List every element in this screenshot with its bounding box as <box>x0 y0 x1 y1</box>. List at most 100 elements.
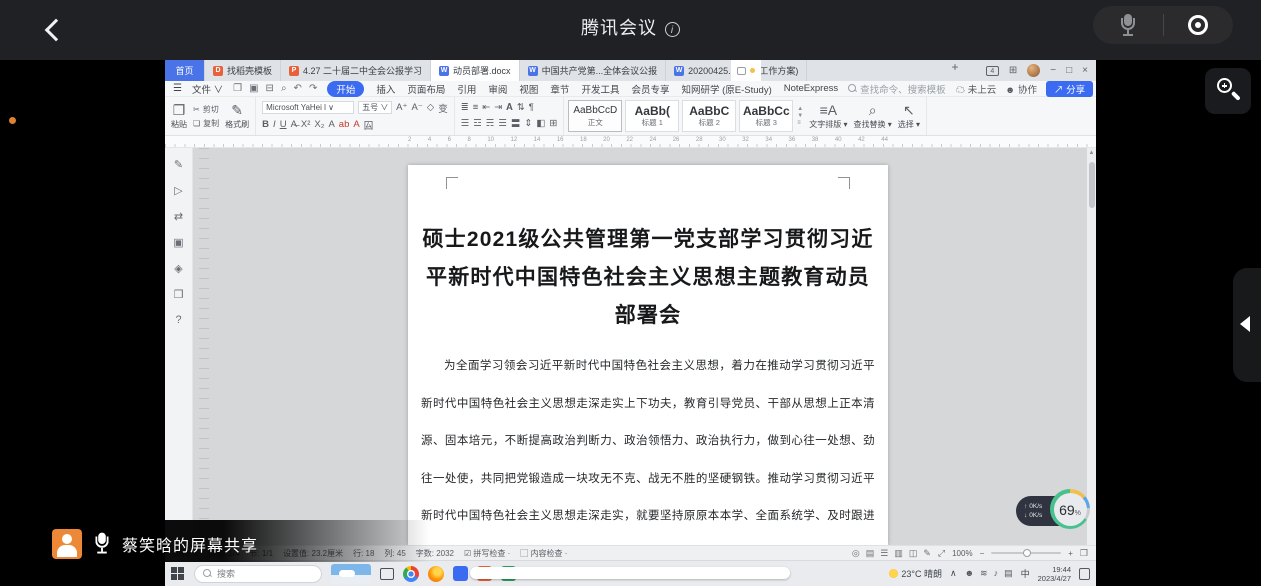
split-screen-icon[interactable]: 4 <box>986 66 999 76</box>
copy-button[interactable]: ❏复制 <box>193 118 219 129</box>
collab-button[interactable]: ☻ 协作 <box>1005 82 1037 96</box>
windows-start-icon[interactable] <box>171 567 185 581</box>
wps-document-tab[interactable]: W 动员部署.docx <box>431 60 520 81</box>
mic-button[interactable] <box>1093 14 1163 36</box>
fullscreen-icon[interactable]: ❒ <box>1080 548 1088 559</box>
pinyin-icon[interactable]: 变 <box>438 101 448 115</box>
find-replace-button[interactable]: ⌕ 查找替换 ▾ <box>853 103 891 130</box>
shrink-font-icon[interactable]: A⁻ <box>412 102 423 113</box>
menu-item-知网研学 (原E-Study)[interactable]: 知网研学 (原E-Study) <box>681 82 771 96</box>
clear-format-icon[interactable]: ◇ <box>427 102 434 113</box>
style-card[interactable]: AaBbC 标题 2 <box>682 100 736 132</box>
menu-item-NoteExpress[interactable]: NoteExpress <box>784 83 838 94</box>
performance-gauge[interactable]: 69% <box>1050 489 1090 529</box>
chrome-icon[interactable] <box>403 566 419 582</box>
weather-status[interactable]: 23°C 晴朗 <box>889 567 942 580</box>
char-border-icon[interactable]: 囜 <box>364 118 374 132</box>
volume-tray-icon[interactable]: ♪ <box>994 568 999 579</box>
new-doc-icon[interactable]: ❐ <box>233 83 242 94</box>
menu-item-引用[interactable]: 引用 <box>457 82 476 96</box>
redo-icon[interactable]: ↷ <box>309 83 317 94</box>
taskbar-clock[interactable]: 19:44 2023/4/27 <box>1038 565 1071 583</box>
document-page[interactable]: 硕士2021级公共管理第一党支部学习贯彻习近平新时代中国特色社会主义思想主题教育… <box>408 165 888 545</box>
border-icon[interactable]: ⊞ <box>549 118 557 129</box>
text-effect-icon[interactable]: A <box>328 119 334 130</box>
record-button[interactable] <box>1164 15 1234 35</box>
fit-page-icon[interactable]: ⤢ <box>938 548 945 559</box>
panel-collapse-handle[interactable] <box>1233 268 1261 382</box>
highlight-icon[interactable]: ab <box>339 119 350 130</box>
menu-item-会员专享[interactable]: 会员专享 <box>631 82 669 96</box>
menu-item-审阅[interactable]: 审阅 <box>488 82 507 96</box>
hamburger-icon[interactable]: ☰ <box>173 83 182 94</box>
firefox-icon[interactable] <box>428 566 444 582</box>
presenter-avatar[interactable] <box>52 529 82 559</box>
help-icon[interactable]: ? <box>175 314 181 326</box>
scrollbar-thumb[interactable] <box>1089 162 1095 208</box>
meeting-toolbar-collapsed-pill[interactable] <box>470 567 790 579</box>
align-left-icon[interactable]: ☰ <box>461 118 470 129</box>
protect-shield-icon[interactable]: ◈ <box>174 262 182 275</box>
tray-expand-icon[interactable]: ∧ <box>950 568 957 579</box>
menu-item-章节[interactable]: 章节 <box>550 82 569 96</box>
sort-icon[interactable]: ⇅ <box>517 102 525 113</box>
account-avatar[interactable] <box>1027 64 1040 77</box>
superscript-icon[interactable]: X² <box>301 119 311 130</box>
select-cursor-icon[interactable]: ▷ <box>174 184 182 197</box>
wps-taskbar-icon[interactable] <box>453 566 468 581</box>
command-search[interactable]: 查找命令、搜索模板 <box>848 82 946 96</box>
view-mode-icon-3[interactable]: ▥ <box>894 548 903 559</box>
view-mode-icon-2[interactable]: ☰ <box>880 548 888 559</box>
workspace-grid-icon[interactable]: ⊞ <box>1009 60 1017 81</box>
view-mode-icon-1[interactable]: ▤ <box>866 548 875 559</box>
zoom-slider[interactable] <box>991 552 1061 554</box>
zoom-in-overlay-button[interactable] <box>1205 68 1251 114</box>
wps-document-tab[interactable]: P 4.27 二十届二中全会公报学习 <box>281 60 431 81</box>
zoom-in-button[interactable]: + <box>1068 549 1073 558</box>
cloud-status[interactable]: ☁ 未上云 <box>956 82 997 96</box>
italic-button[interactable]: I <box>273 119 276 130</box>
print-icon[interactable]: ⊟ <box>266 83 274 94</box>
keyboard-tray-icon[interactable]: ▤ <box>1004 568 1013 579</box>
strikethrough-icon[interactable]: A̶ <box>291 119 297 130</box>
paste-button[interactable]: ❐ 粘贴 <box>171 103 187 130</box>
justify-icon[interactable]: ☰ <box>498 118 507 129</box>
annotate-pen-icon[interactable]: ✎ <box>174 158 183 171</box>
format-painter-button[interactable]: ✎ 格式刷 <box>225 103 249 130</box>
view-mode-icon-5[interactable]: ✎ <box>923 548 931 559</box>
notification-center-icon[interactable] <box>1079 568 1090 580</box>
preview-icon[interactable]: ⌕ <box>281 83 287 94</box>
text-direction-icon[interactable]: 𝐀 <box>506 102 513 113</box>
increase-indent-icon[interactable]: ⇥ <box>494 102 502 113</box>
wps-document-tab[interactable]: D 找稻壳模板 <box>205 60 281 81</box>
read-mode-icon[interactable]: ❒ <box>174 288 184 301</box>
numbering-icon[interactable]: ≡ <box>473 102 479 113</box>
bullets-icon[interactable]: ≣ <box>461 102 469 113</box>
menu-item-视图[interactable]: 视图 <box>519 82 538 96</box>
cut-button[interactable]: ✂剪切 <box>193 104 219 115</box>
user-tray-icon[interactable]: ☻ <box>965 568 974 579</box>
taskbar-search-input[interactable]: 搜索 <box>194 565 322 583</box>
new-tab-button[interactable]: + <box>944 60 966 74</box>
distribute-icon[interactable]: 〓 <box>511 116 521 130</box>
meeting-info-icon[interactable]: i <box>665 22 680 37</box>
scrollbar[interactable]: ▲ <box>1087 148 1096 545</box>
menu-item-开发工具[interactable]: 开发工具 <box>581 82 619 96</box>
subscript-icon[interactable]: X₂ <box>314 119 324 130</box>
decrease-indent-icon[interactable]: ⇤ <box>482 102 490 113</box>
text-layout-button[interactable]: ≡A 文字排版 ▾ <box>809 103 847 130</box>
style-card[interactable]: AaBbCc 标题 3 <box>739 100 793 132</box>
underline-button[interactable]: U <box>280 119 287 130</box>
menu-item-页面布局[interactable]: 页面布局 <box>407 82 445 96</box>
zoom-out-button[interactable]: − <box>980 549 985 558</box>
font-color-icon[interactable]: A <box>353 119 359 130</box>
show-marks-icon[interactable]: ¶ <box>529 102 534 113</box>
shading-icon[interactable]: ◧ <box>536 118 545 129</box>
wps-document-tab[interactable]: 首页 <box>165 60 205 81</box>
news-weather-widget[interactable] <box>331 564 371 584</box>
zoom-level[interactable]: 100% <box>952 549 972 558</box>
menu-item-开始[interactable]: 开始 <box>327 81 364 97</box>
undo-icon[interactable]: ↶ <box>294 83 302 94</box>
view-mode-icon-0[interactable]: ◎ <box>852 548 860 559</box>
insert-image-icon[interactable]: ▣ <box>173 236 183 249</box>
